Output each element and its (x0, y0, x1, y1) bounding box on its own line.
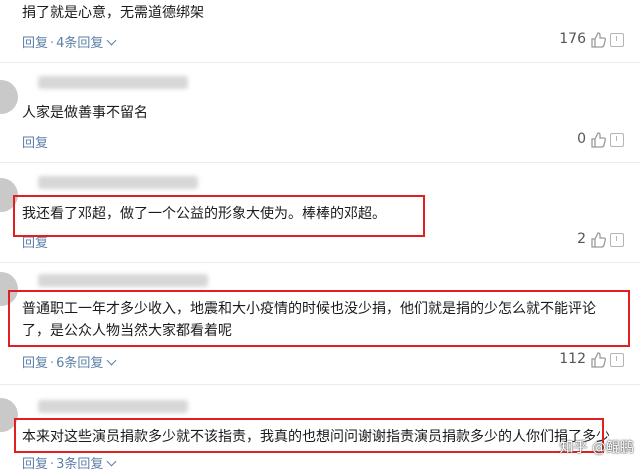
comment-text: 普通职工一年才多少收入，地震和大小疫情的时候也没少捐，他们就是捐的少怎么就不能评… (22, 301, 596, 339)
report-icon[interactable] (610, 133, 624, 147)
comment-item: 本来对这些演员捐款多少就不该指责，我真的也想问问谢谢指责演员捐款多少的人你们捐了… (0, 384, 640, 472)
replies-count: 3条回复 (56, 457, 104, 472)
thumb-up-icon[interactable] (590, 352, 606, 368)
like-count: 0 (577, 131, 586, 147)
report-icon[interactable] (610, 233, 624, 247)
comment-actions: 回复 · 3条回复 (22, 453, 117, 472)
comment-text: 捐了就是心意，无需道德绑架 (22, 5, 204, 21)
comment-actions: 回复 · 4条回复 (22, 32, 117, 51)
comment-actions: 回复 (22, 232, 48, 251)
like-count: 176 (559, 31, 586, 47)
like-count: 2 (577, 231, 586, 247)
author-name[interactable] (38, 176, 198, 189)
chevron-down-icon (106, 35, 117, 46)
comment-item: 普通职工一年才多少收入，地震和大小疫情的时候也没少捐，他们就是捐的少怎么就不能评… (0, 262, 640, 384)
author-name[interactable] (38, 400, 188, 413)
separator: · (50, 457, 55, 472)
comment-item: 人家是做善事不留名 回复 0 (0, 62, 640, 162)
view-replies-button[interactable]: 4条回复 (56, 35, 117, 51)
report-icon[interactable] (610, 353, 624, 367)
reply-button[interactable]: 回复 (22, 36, 48, 51)
comment-text: 我还看了邓超，做了一个公益的形象大使为。棒棒的邓超。 (22, 206, 386, 222)
thumb-up-icon[interactable] (590, 232, 606, 248)
replies-count: 4条回复 (56, 36, 104, 51)
replies-count: 6条回复 (56, 356, 104, 371)
chevron-down-icon (106, 456, 117, 467)
author-name[interactable] (38, 76, 188, 89)
view-replies-button[interactable]: 6条回复 (56, 355, 117, 371)
separator: · (50, 36, 55, 51)
comment-text: 本来对这些演员捐款多少就不该指责，我真的也想问问谢谢指责演员捐款多少的人你们捐了… (22, 429, 610, 445)
thumb-up-icon[interactable] (590, 132, 606, 148)
avatar[interactable] (0, 80, 18, 114)
thumb-up-icon[interactable] (590, 32, 606, 48)
reply-button[interactable]: 回复 (22, 236, 48, 251)
comment-actions: 回复 · 6条回复 (22, 352, 117, 371)
report-icon[interactable] (610, 33, 624, 47)
separator: · (50, 356, 55, 371)
author-name[interactable] (38, 274, 208, 287)
comment-actions: 回复 (22, 132, 48, 151)
avatar[interactable] (0, 272, 18, 306)
reply-button[interactable]: 回复 (22, 356, 48, 371)
avatar[interactable] (0, 178, 18, 212)
watermark: 知乎 @鲲鹏 (559, 440, 634, 456)
comment-item: 我还看了邓超，做了一个公益的形象大使为。棒棒的邓超。 回复 2 (0, 162, 640, 262)
view-replies-button[interactable]: 3条回复 (56, 456, 117, 472)
chevron-down-icon (106, 355, 117, 366)
comment-item: 捐了就是心意，无需道德绑架 回复 · 4条回复 176 (0, 0, 640, 62)
like-count: 112 (559, 351, 586, 367)
avatar[interactable] (0, 398, 18, 432)
comment-text: 人家是做善事不留名 (22, 105, 148, 121)
reply-button[interactable]: 回复 (22, 136, 48, 151)
reply-button[interactable]: 回复 (22, 457, 48, 472)
